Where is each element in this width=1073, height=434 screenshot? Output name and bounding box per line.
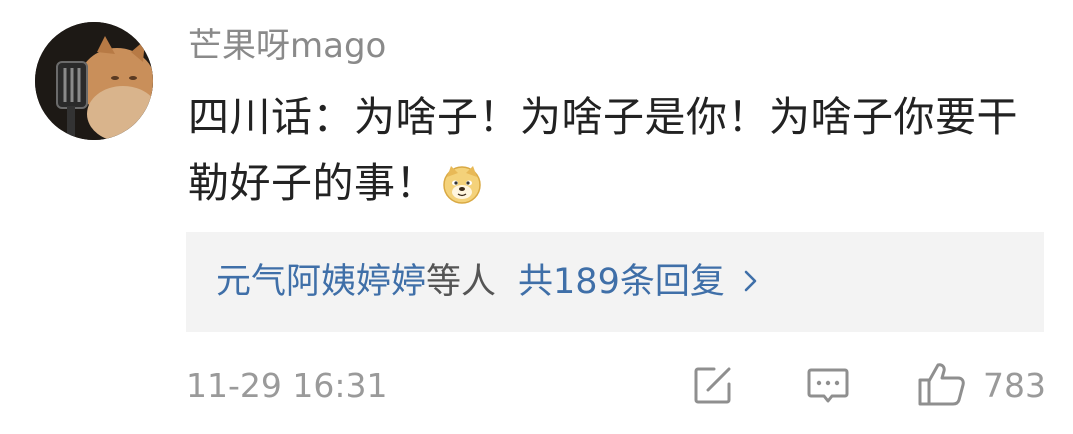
like-button[interactable]: 783 (915, 362, 1046, 410)
edit-button[interactable] (690, 362, 736, 410)
comment-body: 四川话：为啥子！为啥子是你！为啥子你要干勒好子的事！ (188, 84, 1048, 224)
replies-summary-line[interactable]: 元气阿姨婷婷等人 共189条回复 (216, 259, 759, 307)
reply-count-link[interactable]: 共189条回复 (518, 262, 725, 302)
replies-summary[interactable]: 元气阿姨婷婷等人 共189条回复 (186, 232, 1044, 332)
comment-timestamp: 11-29 16:31 (186, 366, 388, 405)
like-count: 783 (983, 366, 1046, 405)
avatar[interactable] (35, 22, 153, 140)
edit-icon (690, 367, 736, 412)
reply-button[interactable] (804, 362, 852, 410)
thumbs-up-icon (915, 360, 967, 412)
username[interactable]: 芒果呀mago (188, 24, 386, 68)
comment-text: 四川话：为啥子！为啥子是你！为啥子你要干勒好子的事！ (188, 93, 1018, 207)
chevron-right-icon[interactable] (743, 261, 759, 307)
comment-icon (804, 368, 852, 414)
doge-emoji-icon (441, 158, 483, 224)
avatar-image (35, 22, 153, 140)
reply-user-names[interactable]: 元气阿姨婷婷 (216, 262, 426, 302)
reply-users-suffix: 等人 (426, 262, 497, 302)
